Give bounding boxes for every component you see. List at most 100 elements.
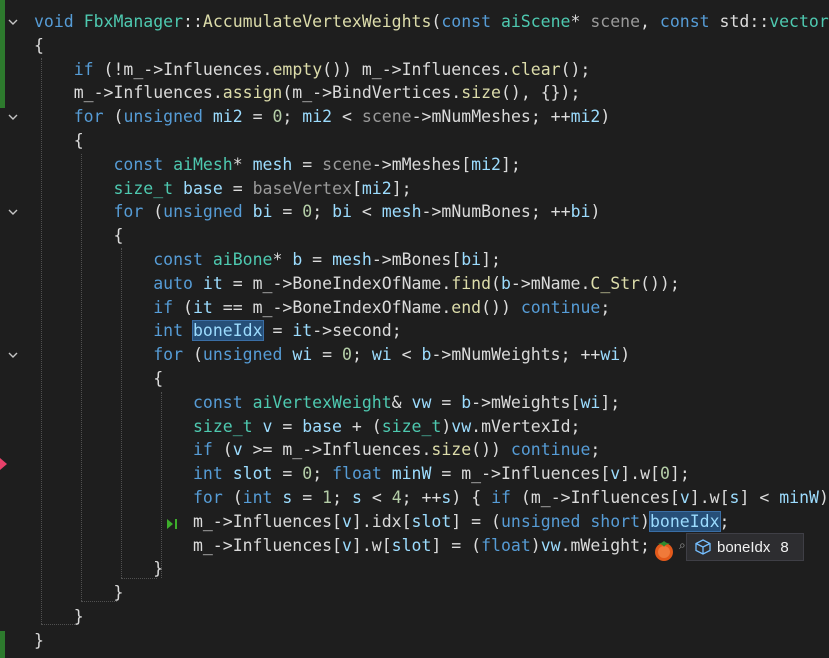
code-token: { bbox=[34, 369, 164, 388]
code-line[interactable]: size_t base = baseVertex[mi2]; bbox=[34, 177, 411, 201]
code-token: ]. bbox=[689, 488, 710, 507]
code-line[interactable]: m_->Influences[v].idx[slot] = (unsigned … bbox=[34, 510, 729, 534]
code-token: w bbox=[640, 464, 651, 484]
code-token: ]. bbox=[351, 535, 372, 555]
code-token: -> bbox=[371, 250, 392, 269]
code-line[interactable]: void FbxManager::AccumulateVertexWeights… bbox=[34, 10, 829, 34]
code-line[interactable]: } bbox=[34, 605, 84, 629]
fold-chevron-icon[interactable] bbox=[7, 111, 19, 123]
code-line[interactable]: const aiVertexWeight& vw = b->mWeights[w… bbox=[34, 391, 620, 415]
breakpoint-arrow-icon[interactable] bbox=[0, 458, 7, 470]
code-line[interactable]: if (!m_->Influences.empty()) m_->Influen… bbox=[34, 58, 591, 82]
code-line[interactable]: if (v >= m_->Influences.size()) continue… bbox=[34, 438, 600, 462]
code-line[interactable]: } bbox=[34, 629, 44, 653]
code-line[interactable]: { bbox=[34, 129, 84, 153]
code-line[interactable]: } bbox=[34, 581, 123, 605]
code-token: ) bbox=[441, 416, 452, 436]
code-token: minW bbox=[391, 464, 432, 484]
code-line[interactable]: const aiMesh* mesh = scene->mMeshes[mi2]… bbox=[34, 153, 520, 177]
fold-chevron-icon[interactable] bbox=[7, 16, 19, 28]
datatip-variable-value[interactable]: 8 bbox=[780, 539, 788, 556]
code-token: = bbox=[222, 178, 253, 198]
code-token: vw bbox=[451, 416, 472, 436]
code-token: slot bbox=[232, 464, 273, 484]
code-token: vw bbox=[411, 392, 432, 412]
code-token: -> bbox=[421, 202, 442, 222]
code-editor[interactable]: void FbxManager::AccumulateVertexWeights… bbox=[0, 0, 829, 658]
code-line[interactable]: m_->Influences.assign(m_->BindVertices.s… bbox=[34, 81, 581, 105]
code-line[interactable]: for (unsigned mi2 = 0; mi2 < scene->mNum… bbox=[34, 105, 611, 129]
code-token: scene bbox=[590, 12, 641, 31]
code-token: std:: bbox=[709, 12, 770, 31]
code-token: :: bbox=[183, 12, 203, 31]
code-token: . bbox=[580, 273, 591, 293]
editor-gutter[interactable] bbox=[0, 0, 30, 658]
code-token: >= m_-> bbox=[242, 440, 323, 460]
code-token: . bbox=[441, 273, 452, 293]
code-token: [ bbox=[381, 535, 392, 555]
code-token: = bbox=[292, 154, 323, 174]
code-token: mVertexId bbox=[481, 416, 571, 436]
code-token: mName bbox=[530, 273, 581, 293]
code-token: ( bbox=[431, 12, 442, 31]
code-line[interactable]: for (int s = 1; s < 4; ++s) { if (m_->In… bbox=[34, 486, 829, 510]
code-line[interactable]: for (unsigned wi = 0; wi < b->mNumWeight… bbox=[34, 343, 630, 367]
code-token: auto bbox=[153, 273, 193, 293]
code-line[interactable]: { bbox=[34, 224, 123, 248]
code-line[interactable]: { bbox=[34, 34, 44, 58]
code-token: ) bbox=[590, 202, 601, 222]
code-token: ; bbox=[282, 107, 303, 127]
code-token: mi2 bbox=[471, 154, 501, 174]
code-line[interactable]: size_t v = base + (size_t)vw.mVertexId; bbox=[34, 415, 581, 439]
code-token: = bbox=[272, 416, 303, 436]
code-token: s bbox=[351, 488, 362, 507]
code-token: < bbox=[332, 107, 362, 127]
code-token: assign bbox=[222, 83, 283, 103]
code-token: s bbox=[441, 488, 452, 507]
code-token: const bbox=[192, 392, 243, 412]
code-token: size_t bbox=[113, 178, 174, 198]
pin-icon[interactable]: ⌕ bbox=[679, 538, 686, 553]
code-token: BindVertices bbox=[332, 83, 452, 103]
code-token: (); bbox=[560, 59, 591, 79]
code-token: < bbox=[391, 345, 422, 365]
code-token: int bbox=[242, 488, 273, 507]
code-line[interactable]: if (it == m_->BoneIndexOfName.end()) con… bbox=[34, 296, 610, 320]
code-token: Influences bbox=[401, 59, 501, 79]
code-token: aiMesh bbox=[173, 154, 233, 174]
copilot-bear-icon[interactable] bbox=[652, 538, 676, 562]
code-token: vector bbox=[769, 12, 829, 31]
fold-chevron-icon[interactable] bbox=[7, 349, 19, 361]
code-token: base bbox=[302, 416, 342, 436]
code-token: ) bbox=[818, 488, 829, 507]
run-to-click-icon[interactable] bbox=[166, 516, 180, 530]
code-token: ]; bbox=[481, 250, 501, 269]
code-line[interactable]: } bbox=[34, 557, 163, 581]
code-line[interactable]: auto it = m_->BoneIndexOfName.find(b->mN… bbox=[34, 272, 680, 296]
code-token: ; bbox=[391, 321, 402, 341]
code-line[interactable]: int slot = 0; float minW = m_->Influence… bbox=[34, 462, 690, 486]
code-token: const bbox=[659, 12, 710, 31]
code-line[interactable]: m_->Influences[v].w[slot] = (float)vw.mW… bbox=[34, 534, 650, 558]
code-token: ) bbox=[600, 107, 611, 127]
code-token: ]. bbox=[620, 464, 641, 484]
code-line[interactable]: for (unsigned bi = 0; bi < mesh->mNumBon… bbox=[34, 200, 600, 224]
code-token: ( bbox=[212, 440, 233, 460]
code-token: == m_-> bbox=[212, 297, 293, 317]
code-token: v bbox=[262, 416, 273, 436]
code-line[interactable]: { bbox=[34, 367, 163, 391]
datatip-popup[interactable]: ⌕ boneIdx 8 bbox=[679, 533, 804, 561]
code-line[interactable]: int boneIdx = it->second; bbox=[34, 319, 402, 343]
code-token: Influences bbox=[570, 488, 670, 507]
code-token: it bbox=[202, 273, 223, 293]
code-line[interactable]: const aiBone* b = mesh->mBones[bi]; bbox=[34, 248, 501, 272]
code-token: = m_-> bbox=[222, 273, 293, 293]
fold-chevron-icon[interactable] bbox=[7, 206, 19, 218]
